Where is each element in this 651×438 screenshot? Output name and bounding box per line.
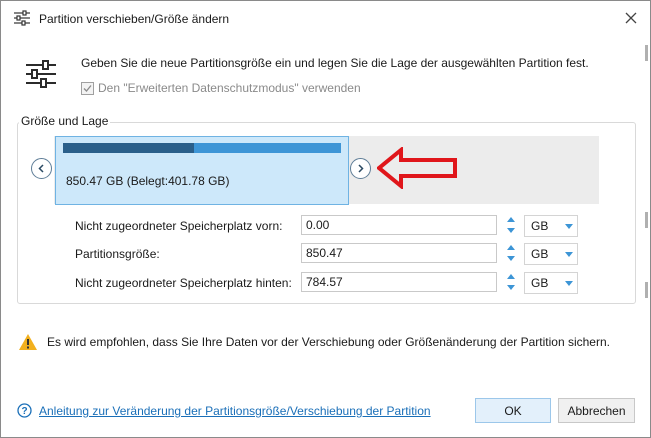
front-unallocated-unit-select[interactable]: GB: [524, 215, 578, 237]
back-unallocated-label: Nicht zugeordneter Speicherplatz hinten:: [75, 276, 292, 290]
move-right-button[interactable]: [350, 158, 371, 179]
back-unallocated-unit-select[interactable]: GB: [524, 272, 578, 294]
back-unallocated-spinner[interactable]: [503, 271, 519, 293]
partition-size-spinner[interactable]: [503, 242, 519, 264]
partition-size-unit-select[interactable]: GB: [524, 243, 578, 265]
unit-value: GB: [531, 247, 549, 261]
privacy-mode-label: Den "Erweiterten Datenschutzmodus" verwe…: [98, 81, 361, 95]
cancel-button[interactable]: Abbrechen: [558, 398, 635, 423]
unit-value: GB: [531, 219, 549, 233]
chevron-down-icon: [565, 224, 573, 229]
back-unallocated-input[interactable]: [301, 272, 497, 292]
chevron-down-icon: [565, 252, 573, 257]
front-unallocated-label: Nicht zugeordneter Speicherplatz vorn:: [75, 219, 283, 233]
svg-text:?: ?: [21, 406, 27, 417]
window-title: Partition verschieben/Größe ändern: [39, 12, 230, 26]
ok-button[interactable]: OK: [475, 398, 551, 423]
title-bar: Partition verschieben/Größe ändern: [1, 1, 650, 35]
warning-text: Es wird empfohlen, dass Sie Ihre Daten v…: [47, 335, 610, 349]
partition-size-label: 850.47 GB (Belegt:401.78 GB): [66, 174, 230, 188]
sliders-icon: [14, 10, 30, 26]
warning-icon: [19, 334, 37, 350]
checkmark-icon: [83, 85, 92, 92]
chevron-down-icon: [565, 281, 573, 286]
help-icon[interactable]: ?: [17, 403, 32, 418]
partition-size-input[interactable]: [301, 243, 497, 263]
front-unallocated-input[interactable]: [301, 215, 497, 235]
group-legend: Größe und Lage: [19, 114, 111, 128]
chevron-right-icon: [358, 164, 364, 173]
close-icon[interactable]: [623, 10, 639, 26]
partition-block[interactable]: 850.47 GB (Belegt:401.78 GB): [55, 136, 349, 205]
partition-size-label: Partitionsgröße:: [75, 247, 160, 261]
unit-value: GB: [531, 276, 549, 290]
move-left-button[interactable]: [31, 158, 52, 179]
window-resize-edge: [644, 37, 650, 437]
usage-bar-used: [63, 143, 195, 153]
usage-bar: [63, 143, 341, 153]
red-arrow-annotation: [377, 147, 457, 189]
help-link[interactable]: Anleitung zur Veränderung der Partitions…: [39, 404, 431, 418]
chevron-left-icon: [38, 164, 44, 173]
dialog-window: Partition verschieben/Größe ändern Geben…: [0, 0, 651, 438]
front-unallocated-spinner[interactable]: [503, 214, 519, 236]
privacy-mode-checkbox[interactable]: [81, 82, 94, 95]
instruction-text: Geben Sie die neue Partitionsgröße ein u…: [81, 56, 589, 70]
sliders-icon: [26, 60, 56, 88]
